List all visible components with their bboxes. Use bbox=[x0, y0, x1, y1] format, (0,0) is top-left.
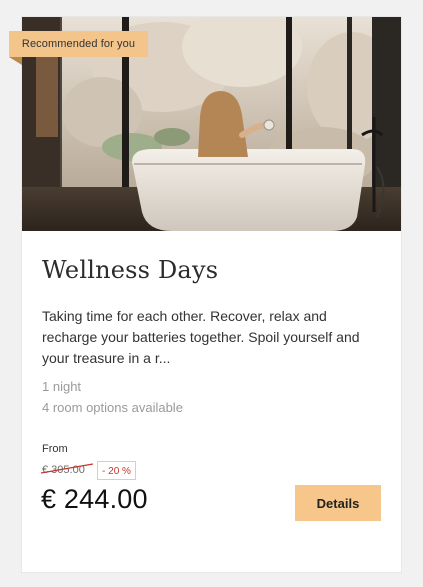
recommended-ribbon: Recommended for you bbox=[9, 31, 148, 57]
offer-card[interactable]: Wellness Days Taking time for each other… bbox=[22, 17, 401, 572]
original-price: € 305.00 bbox=[42, 464, 85, 476]
ribbon-fold bbox=[9, 57, 22, 65]
offer-title[interactable]: Wellness Days bbox=[42, 256, 218, 284]
price-prefix: From bbox=[42, 443, 68, 455]
discount-badge: - 20 % bbox=[97, 461, 136, 480]
nights-count: 1 night bbox=[42, 379, 82, 394]
details-button[interactable]: Details bbox=[295, 485, 381, 521]
room-options-count: 4 room options available bbox=[42, 400, 183, 415]
offer-description: Taking time for each other. Recover, rel… bbox=[42, 308, 360, 366]
current-price: € 244.00 bbox=[41, 484, 148, 514]
